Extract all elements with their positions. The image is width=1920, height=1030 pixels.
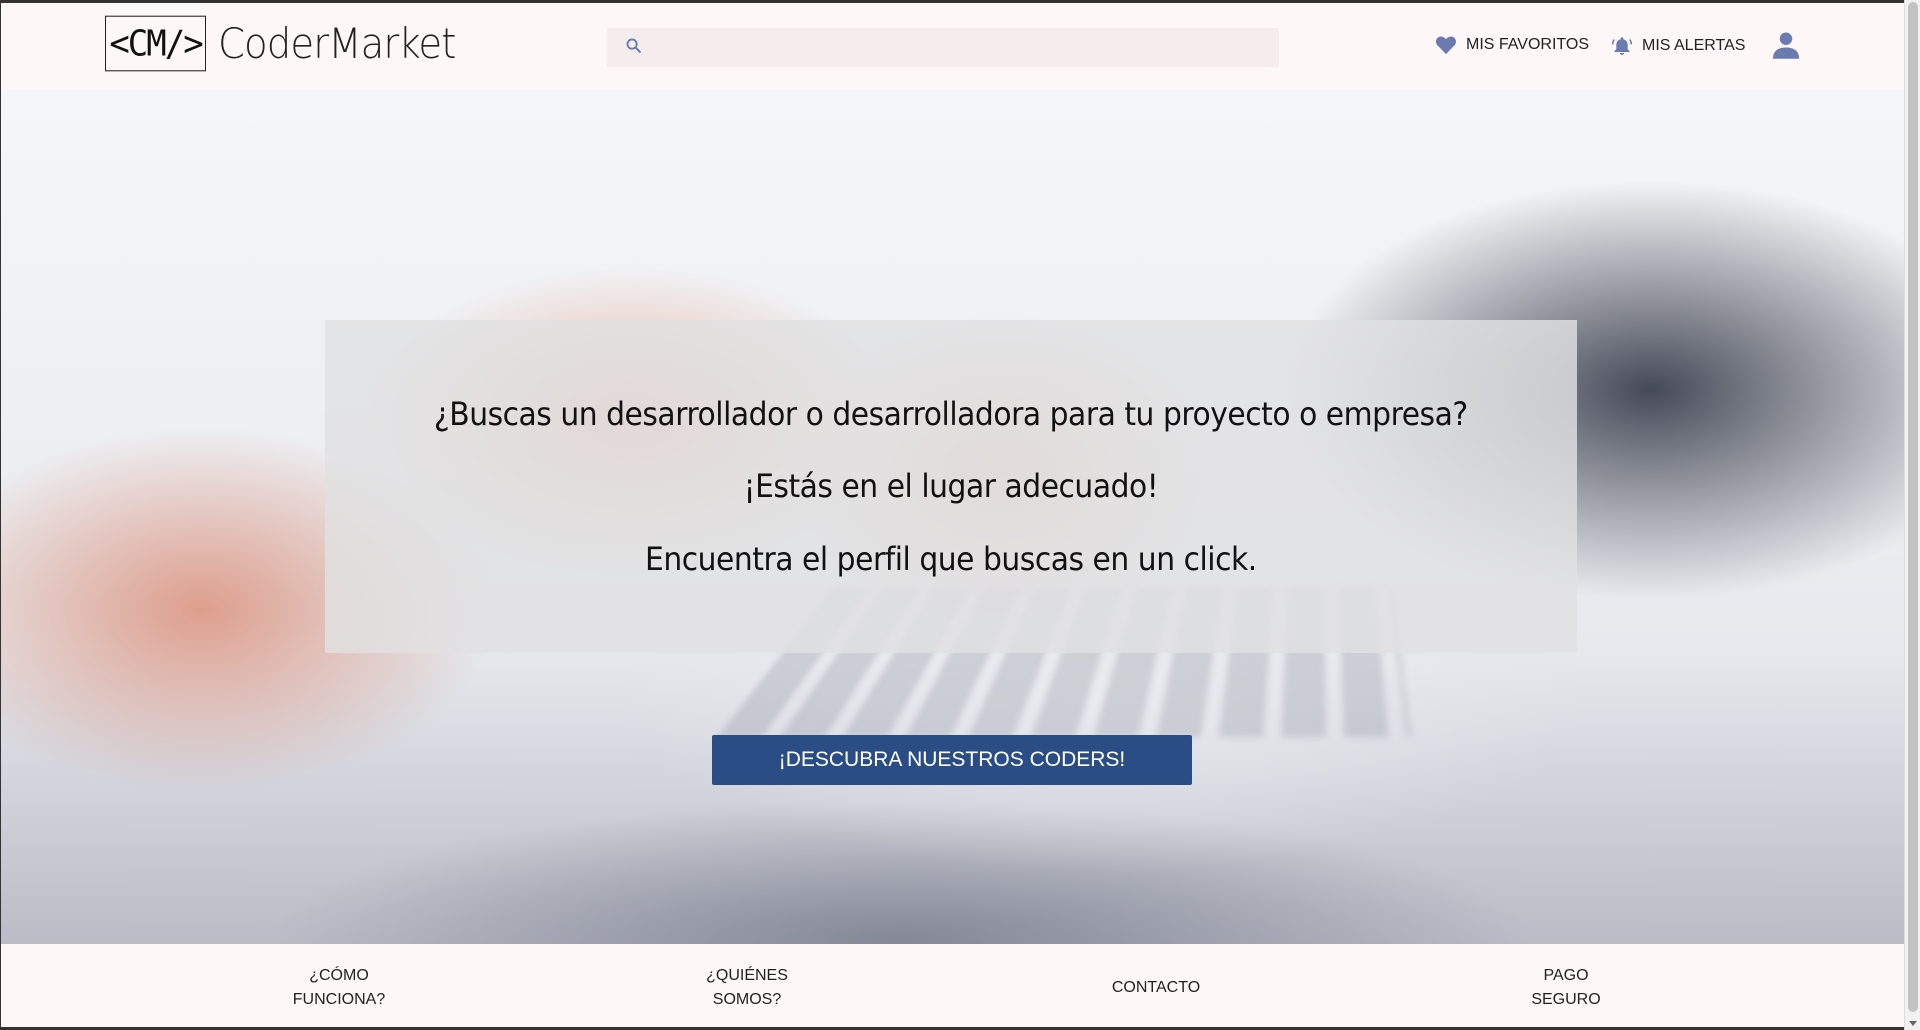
footer: ¿CÓMO FUNCIONA? ¿QUIÉNES SOMOS? CONTACTO… <box>1 944 1904 1027</box>
heart-icon <box>1435 35 1457 55</box>
user-profile-button[interactable] <box>1771 30 1801 65</box>
footer-link-contact[interactable]: CONTACTO <box>1056 976 1256 1000</box>
footer-link-how-it-works[interactable]: ¿CÓMO FUNCIONA? <box>239 964 439 1012</box>
page: <CM/> CoderMarket MIS FAVORITOS MIS ALER… <box>0 0 1904 1030</box>
favorites-label: MIS FAVORITOS <box>1466 36 1589 53</box>
hero-section: ¿Buscas un desarrollador o desarrollador… <box>1 90 1904 944</box>
logo-mark: <CM/> <box>105 15 206 71</box>
discover-coders-button[interactable]: ¡DESCUBRA NUESTROS CODERS! <box>712 735 1192 785</box>
search-bar <box>607 28 1279 67</box>
alerts-link[interactable]: MIS ALERTAS <box>1611 35 1745 57</box>
hero-text-panel: ¿Buscas un desarrollador o desarrollador… <box>325 320 1577 653</box>
scrollbar-thumb[interactable] <box>1908 2 1918 1012</box>
header: <CM/> CoderMarket MIS FAVORITOS MIS ALER… <box>1 3 1904 90</box>
user-icon <box>1771 32 1801 64</box>
search-input[interactable] <box>656 32 1256 63</box>
alerts-label: MIS ALERTAS <box>1642 37 1746 54</box>
search-icon <box>625 37 642 59</box>
scroll-down-arrow-icon[interactable] <box>1909 1021 1917 1026</box>
hero-subheadline: ¡Estás en el lugar adecuado! <box>743 467 1159 506</box>
hero-tagline: Encuentra el perfil que buscas en un cli… <box>645 539 1257 578</box>
hero-headline: ¿Buscas un desarrollador o desarrollador… <box>434 394 1468 433</box>
vertical-scrollbar[interactable] <box>1904 0 1920 1030</box>
favorites-link[interactable]: MIS FAVORITOS <box>1435 35 1589 55</box>
bell-icon <box>1611 35 1633 57</box>
footer-link-about-us[interactable]: ¿QUIÉNES SOMOS? <box>647 964 847 1012</box>
logo[interactable]: <CM/> CoderMarket <box>105 15 476 71</box>
footer-link-secure-payment[interactable]: PAGO SEGURO <box>1466 964 1666 1012</box>
logo-text: CoderMarket <box>218 18 456 68</box>
